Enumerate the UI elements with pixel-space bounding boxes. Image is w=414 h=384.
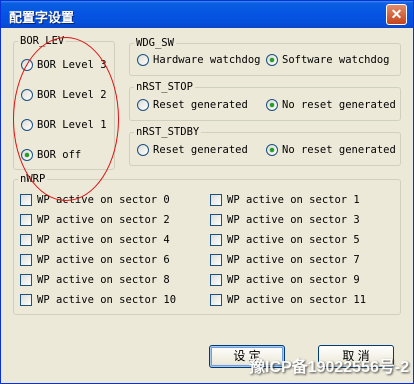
nrst-stdby-legend: nRST_STDBY bbox=[136, 126, 200, 138]
software-watchdog-label: Software watchdog bbox=[282, 54, 390, 66]
sector-10-label: WP active on sector 10 bbox=[37, 294, 177, 306]
sector-3-checkbox[interactable] bbox=[210, 214, 222, 226]
sector-2-checkbox[interactable] bbox=[20, 214, 32, 226]
bor-off-label: BOR off bbox=[37, 149, 82, 161]
sector-10-checkbox[interactable] bbox=[20, 294, 32, 306]
bor-level-2-label: BOR Level 2 bbox=[37, 89, 107, 101]
sector-3-label: WP active on sector 3 bbox=[227, 214, 360, 226]
wdg-sw-legend: WDG_SW bbox=[136, 37, 174, 49]
bor-level-legend: BOR_LEV bbox=[20, 35, 65, 47]
hardware-watchdog-label: Hardware watchdog bbox=[153, 54, 261, 66]
sector-11-label: WP active on sector 11 bbox=[227, 294, 367, 306]
sector-1-label: WP active on sector 1 bbox=[227, 194, 360, 206]
sector-4-checkbox[interactable] bbox=[20, 234, 32, 246]
sector-9-label: WP active on sector 9 bbox=[227, 274, 360, 286]
bor-level-1-label: BOR Level 1 bbox=[37, 119, 107, 131]
sector-1-checkbox[interactable] bbox=[210, 194, 222, 206]
sector-4-label: WP active on sector 4 bbox=[37, 234, 170, 246]
sector-9-checkbox[interactable] bbox=[210, 274, 222, 286]
sector-7-checkbox[interactable] bbox=[210, 254, 222, 266]
stdby-reset-label: Reset generated bbox=[153, 144, 248, 156]
stop-no-reset-label: No reset generated bbox=[282, 99, 396, 111]
stop-reset-label: Reset generated bbox=[153, 99, 248, 111]
sector-8-label: WP active on sector 8 bbox=[37, 274, 170, 286]
sector-7-label: WP active on sector 7 bbox=[227, 254, 360, 266]
stop-no-reset-radio[interactable] bbox=[266, 99, 278, 111]
bor-level-1-radio[interactable] bbox=[21, 119, 33, 131]
icp-watermark: 豫ICP备19022556号-2 bbox=[249, 359, 410, 376]
sector-0-label: WP active on sector 0 bbox=[37, 194, 170, 206]
sector-0-checkbox[interactable] bbox=[20, 194, 32, 206]
stdby-reset-radio[interactable] bbox=[137, 144, 149, 156]
bor-off-radio[interactable] bbox=[21, 149, 33, 161]
sector-5-checkbox[interactable] bbox=[210, 234, 222, 246]
bor-level-3-radio[interactable] bbox=[21, 59, 33, 71]
nwrp-legend: nWRP bbox=[20, 173, 46, 185]
stdby-no-reset-label: No reset generated bbox=[282, 144, 396, 156]
bor-level-3-label: BOR Level 3 bbox=[37, 59, 107, 71]
stop-reset-radio[interactable] bbox=[137, 99, 149, 111]
window-title: 配置字设置 bbox=[9, 10, 75, 25]
title-bar[interactable]: 配置字设置 ✕ bbox=[1, 1, 413, 28]
dialog-window: 配置字设置 ✕ BOR_LEV BOR Level 3 BOR Level 2 … bbox=[0, 0, 414, 384]
sector-6-checkbox[interactable] bbox=[20, 254, 32, 266]
hardware-watchdog-radio[interactable] bbox=[137, 54, 149, 66]
software-watchdog-radio[interactable] bbox=[266, 54, 278, 66]
sector-2-label: WP active on sector 2 bbox=[37, 214, 170, 226]
sector-8-checkbox[interactable] bbox=[20, 274, 32, 286]
bor-level-2-radio[interactable] bbox=[21, 89, 33, 101]
sector-5-label: WP active on sector 5 bbox=[227, 234, 360, 246]
nrst-stop-legend: nRST_STOP bbox=[136, 81, 193, 93]
sector-11-checkbox[interactable] bbox=[210, 294, 222, 306]
stdby-no-reset-radio[interactable] bbox=[266, 144, 278, 156]
sector-6-label: WP active on sector 6 bbox=[37, 254, 170, 266]
close-button[interactable]: ✕ bbox=[386, 4, 407, 25]
